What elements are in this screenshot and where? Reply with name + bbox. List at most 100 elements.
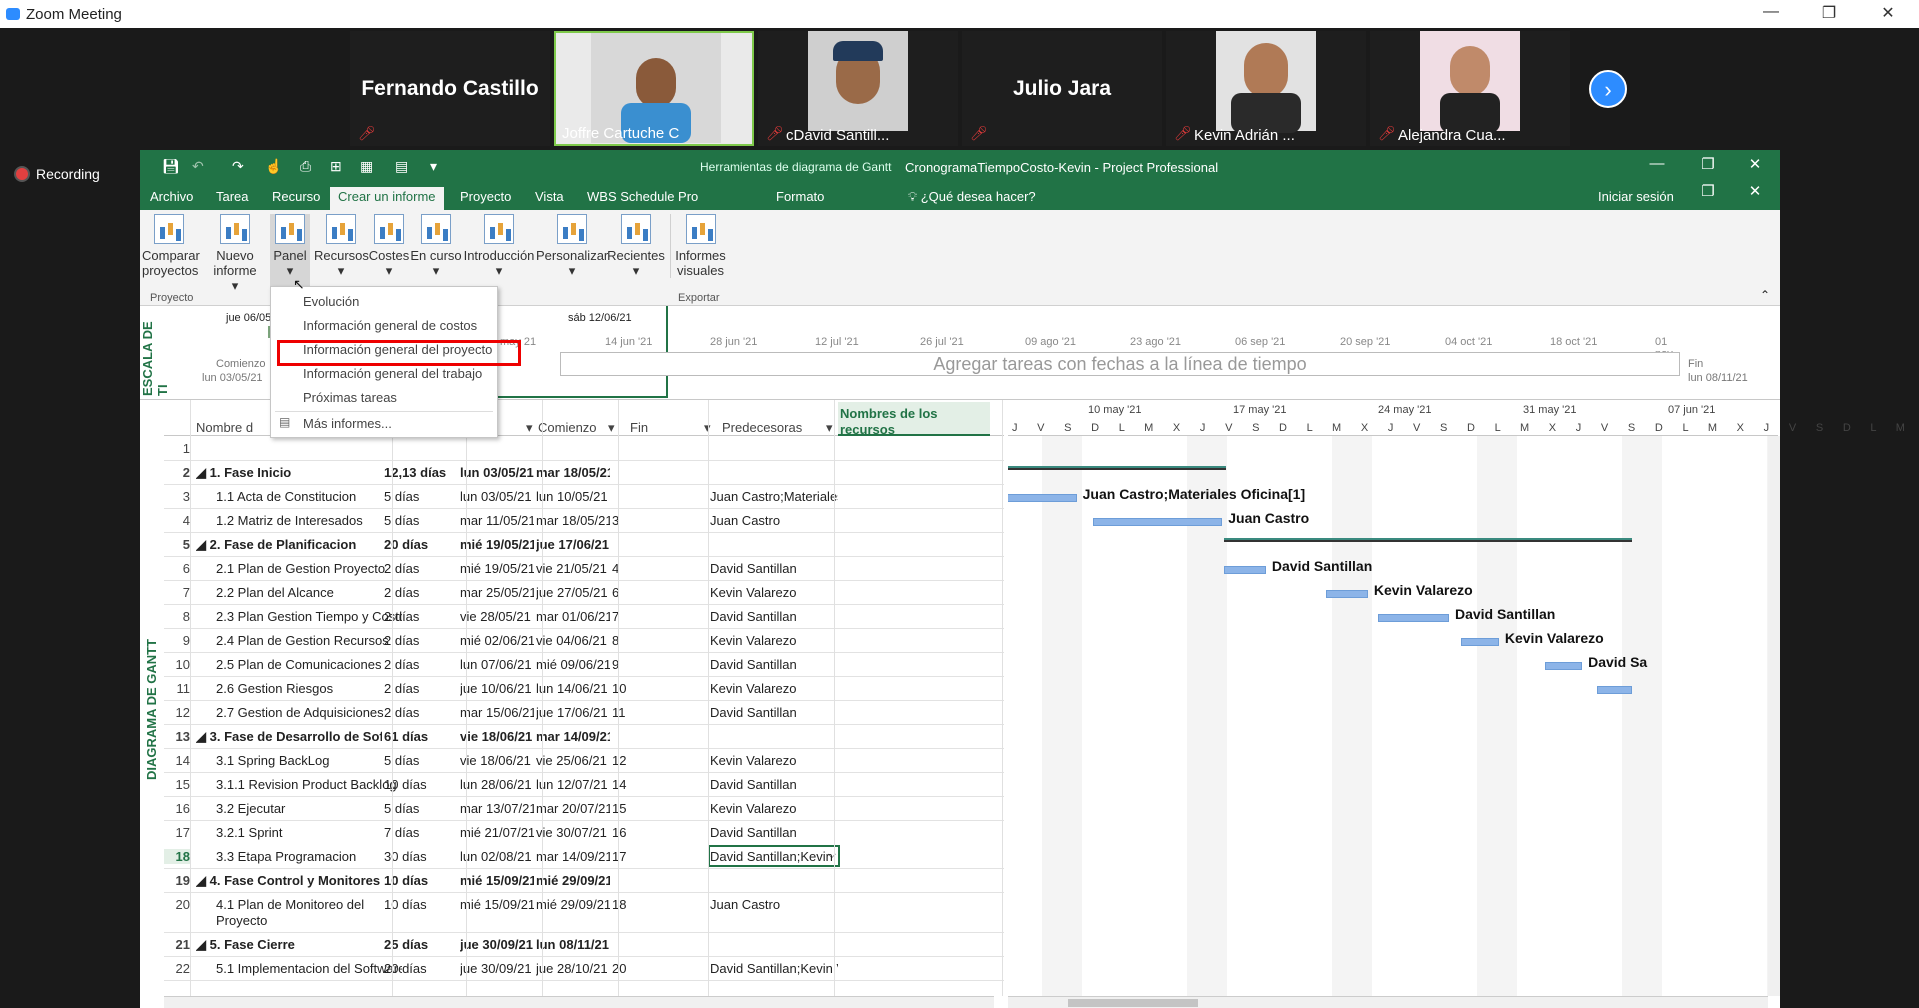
participant-tile-active[interactable]: Joffre Cartuche C	[554, 31, 754, 146]
resources-button[interactable]: Recursos ▾	[314, 214, 369, 279]
task-bar[interactable]	[1326, 590, 1368, 598]
menu-item-trabajo[interactable]: Información general del trabajo	[303, 366, 482, 381]
menu-item-mas-informes[interactable]: Más informes...	[303, 416, 392, 431]
table-row[interactable]: 8 2.3 Plan Gestion Tiempo y Costos 2 días v…	[164, 604, 1004, 628]
tab-proyecto[interactable]: Proyecto	[452, 187, 519, 210]
task-bar[interactable]	[1224, 566, 1266, 574]
intro-button[interactable]: Introducción ▾	[462, 214, 536, 279]
tab-crear-informe[interactable]: Crear un informe	[330, 187, 444, 210]
redo-icon[interactable]: ↷	[232, 158, 244, 175]
in-progress-button[interactable]: En curso ▾	[410, 214, 462, 279]
table-row[interactable]: 2 ◢ 1. Fase Inicio 12,13 días lun 03/05/21 m…	[164, 460, 1004, 484]
ribbon-close-icon[interactable]: ✕	[1740, 182, 1770, 200]
table-row[interactable]: 20 4.1 Plan de Monitoreo del Proyecto 10 d…	[164, 892, 1004, 932]
tab-vista[interactable]: Vista	[527, 187, 572, 210]
table-row[interactable]: 11 2.6 Gestion Riesgos 2 días jue 10/06/21 l…	[164, 676, 1004, 700]
tab-tarea[interactable]: Tarea	[208, 187, 257, 210]
table-row[interactable]: 13 ◢ 3. Fase de Desarrollo de Software61 …	[164, 724, 1004, 748]
menu-item-costos[interactable]: Información general de costos	[303, 318, 477, 333]
participant-tile[interactable]: 🎤︎ Kevin Adrián ...	[1166, 31, 1366, 146]
table-scrollbar[interactable]	[164, 996, 994, 1008]
table-row[interactable]: 18 3.3 Etapa Programacion 30 días lun 02/08…	[164, 844, 1004, 868]
table-row[interactable]: 6 2.1 Plan de Gestion Proyecto 2 días mié 1…	[164, 556, 1004, 580]
print-icon[interactable]: ⎙	[300, 158, 311, 175]
tell-me-search[interactable]: 💡︎ ¿Qué desea hacer?	[900, 187, 1044, 210]
cell-name: 5.1 Implementacion del Software	[216, 961, 402, 976]
cell-start: lun 07/06/21	[460, 657, 532, 672]
participant-tile[interactable]: Fernando Castillo 🎤︎	[350, 31, 550, 146]
cell-pred: 17	[612, 849, 627, 864]
table-row[interactable]: 14 3.1 Spring BackLog 5 días vie 18/06/21 vi…	[164, 748, 1004, 772]
close-icon[interactable]: ✕	[1866, 3, 1910, 23]
table-row[interactable]: 22 5.1 Implementacion del Software 20 días…	[164, 956, 1004, 980]
table-row[interactable]: 10 2.5 Plan de Comunicaciones 2 días lun 07…	[164, 652, 1004, 676]
sign-in-link[interactable]: Iniciar sesión	[1590, 187, 1682, 210]
task-bar[interactable]	[1378, 614, 1449, 622]
participant-caption: cDavid Santill...	[786, 127, 890, 144]
tab-formato[interactable]: Formato	[768, 187, 832, 210]
close-icon[interactable]: ✕	[1740, 155, 1770, 173]
outline-icon[interactable]: ⊞	[330, 158, 342, 175]
resource-cell-editor[interactable]: ⌵	[708, 845, 840, 867]
cell-n: 14	[175, 753, 190, 768]
cell-dur: 2 días	[384, 681, 420, 696]
timeline-placeholder[interactable]: Agregar tareas con fechas a la línea de …	[560, 352, 1680, 376]
table-row[interactable]: 9 2.4 Plan de Gestion Recursos 2 días mié 0…	[164, 628, 1004, 652]
compare-projects-button[interactable]: Comparar proyectos	[142, 214, 200, 278]
table-row[interactable]: 1	[164, 436, 1004, 460]
participant-name: Fernando Castillo	[361, 77, 539, 100]
vertical-scrollbar[interactable]	[1768, 436, 1780, 996]
tab-archivo[interactable]: Archivo	[142, 187, 201, 210]
menu-item-evolucion[interactable]: Evolución	[303, 294, 359, 309]
gantt-scrollbar[interactable]	[1008, 996, 1768, 1008]
cell-name: 1.1 Acta de Constitucion	[216, 489, 357, 504]
next-participants-button[interactable]: ›	[1589, 70, 1627, 108]
customize-button[interactable]: Personalizar ▾	[536, 214, 608, 279]
visual-reports-button[interactable]: Informes visuales	[670, 214, 730, 278]
touch-mode-icon[interactable]: ☝	[265, 158, 282, 175]
table-row[interactable]: 12 2.7 Gestion de Adquisiciones 2 días mar …	[164, 700, 1004, 724]
timeline-range	[468, 396, 668, 398]
task-bar[interactable]	[1596, 686, 1632, 694]
summary-bar[interactable]	[1224, 538, 1632, 542]
table-row[interactable]: 21 ◢ 5. Fase Cierre 25 días jue 30/09/21 lun…	[164, 932, 1004, 956]
table-icon[interactable]: ▤	[395, 158, 408, 175]
tab-wbs[interactable]: WBS Schedule Pro	[579, 187, 706, 210]
customize-qat-icon[interactable]: ▾	[430, 158, 437, 175]
restore-icon[interactable]: ❐	[1693, 155, 1723, 173]
participant-tile[interactable]: Julio Jara 🎤︎	[962, 31, 1162, 146]
calendar-icon[interactable]: ▦	[360, 158, 373, 175]
costs-button[interactable]: Costes ▾	[366, 214, 412, 279]
summary-bar[interactable]	[1008, 466, 1227, 470]
undo-icon[interactable]: ↶	[192, 158, 204, 175]
cell-dur: 2 días	[384, 705, 420, 720]
tab-recurso[interactable]: Recurso	[264, 187, 328, 210]
save-icon[interactable]: 💾︎	[162, 158, 180, 175]
timeline-begin-date: lun 03/05/21	[202, 372, 263, 384]
participant-tile[interactable]: 🎤︎ cDavid Santill...	[758, 31, 958, 146]
task-bar[interactable]	[1544, 662, 1583, 670]
restore-icon[interactable]: ❐	[1807, 3, 1851, 23]
table-row[interactable]: 7 2.2 Plan del Alcance 2 días mar 25/05/21 j…	[164, 580, 1004, 604]
minimize-icon[interactable]: —	[1749, 3, 1793, 21]
table-row[interactable]: 4 1.2 Matriz de Interesados 5 días mar 11/0…	[164, 508, 1004, 532]
table-row[interactable]: 16 3.2 Ejecutar 5 días mar 13/07/21 mar 20/0…	[164, 796, 1004, 820]
task-bar[interactable]	[1461, 638, 1499, 646]
table-row[interactable]: 3 1.1 Acta de Constitucion 5 días lun 03/05…	[164, 484, 1004, 508]
table-row[interactable]: 5 ◢ 2. Fase de Planificacion 20 días mié 19…	[164, 532, 1004, 556]
task-bar[interactable]	[1093, 518, 1223, 526]
cell-name: ◢ 2. Fase de Planificacion	[196, 537, 357, 552]
table-row[interactable]: 19 ◢ 4. Fase Control y Monitores 10 días mi…	[164, 868, 1004, 892]
table-row[interactable]: 17 3.2.1 Sprint 7 días mié 21/07/21 vie 30/0…	[164, 820, 1004, 844]
column-divider	[618, 400, 619, 996]
participant-tile[interactable]: 🎤︎ Alejandra Cua...	[1370, 31, 1570, 146]
menu-item-proximas[interactable]: Próximas tareas	[303, 390, 397, 405]
collapse-ribbon-icon[interactable]: ⌃	[1760, 288, 1770, 302]
ribbon-restore-icon[interactable]: ❐	[1693, 182, 1723, 200]
table-row[interactable]: 15 3.1.1 Revision Product Backlog 10 días l…	[164, 772, 1004, 796]
task-bar[interactable]	[1008, 494, 1077, 502]
cell-n: 13	[175, 729, 190, 744]
minimize-icon[interactable]: —	[1642, 155, 1672, 172]
recent-button[interactable]: Recientes ▾	[606, 214, 666, 279]
new-report-button[interactable]: Nuevo informe ▾	[210, 214, 260, 294]
